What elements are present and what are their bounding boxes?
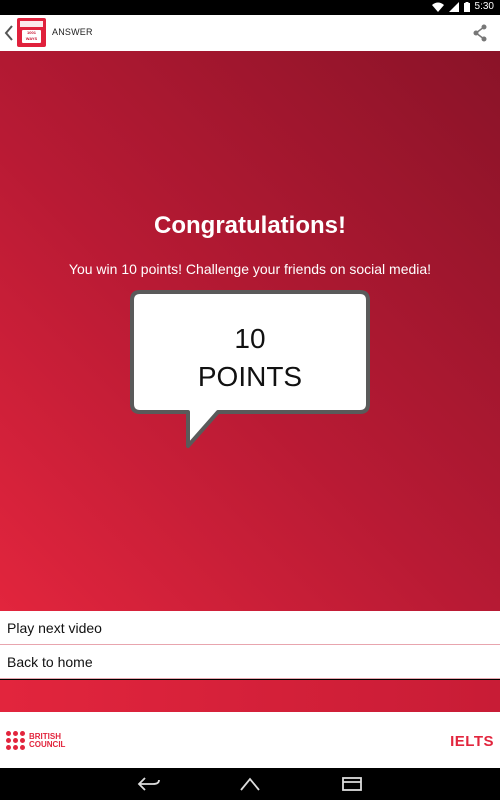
navigation-bar — [0, 768, 500, 800]
battery-icon — [463, 1, 470, 12]
clock: 5:30 — [474, 1, 494, 12]
divider-strip — [0, 680, 500, 712]
page-title: ANSWER — [52, 27, 93, 37]
app-logo[interactable]: 1001 WAYS — [17, 18, 46, 47]
status-icons: 5:30 — [431, 1, 494, 12]
british-council-wordmark: BRITISH COUNCIL — [29, 732, 66, 749]
back-chevron-icon[interactable] — [3, 24, 15, 42]
logo-text: 1001 WAYS — [25, 30, 38, 41]
points-number: 10 — [234, 323, 266, 354]
british-council-dots-icon — [6, 731, 25, 750]
back-to-home-button[interactable]: Back to home — [0, 645, 500, 679]
wifi-icon — [431, 2, 444, 12]
points-unit: POINTS — [197, 361, 303, 392]
logo-strip — [20, 21, 43, 27]
signal-icon — [448, 1, 459, 12]
nav-home-icon[interactable] — [238, 776, 262, 792]
play-next-video-button[interactable]: Play next video — [0, 611, 500, 645]
logo-card: 1001 WAYS — [22, 30, 41, 43]
nav-recents-icon[interactable] — [340, 776, 364, 792]
status-bar: 5:30 — [0, 0, 500, 15]
footer: BRITISH COUNCIL IELTS — [0, 712, 500, 768]
points-value: 10 POINTS — [130, 320, 370, 396]
ielts-logo: IELTS — [450, 733, 494, 750]
result-panel: Congratulations! You win 10 points! Chal… — [0, 51, 500, 611]
congrats-heading: Congratulations! — [154, 212, 346, 239]
nav-back-icon[interactable] — [137, 776, 161, 792]
action-menu: Play next video Back to home — [0, 611, 500, 679]
points-speech-bubble: 10 POINTS — [130, 290, 370, 450]
bc-line2: COUNCIL — [29, 739, 66, 749]
british-council-logo: BRITISH COUNCIL — [6, 731, 65, 750]
points-message: You win 10 points! Challenge your friend… — [68, 261, 432, 277]
share-icon[interactable] — [472, 24, 488, 42]
app-bar: 1001 WAYS ANSWER — [0, 15, 500, 51]
